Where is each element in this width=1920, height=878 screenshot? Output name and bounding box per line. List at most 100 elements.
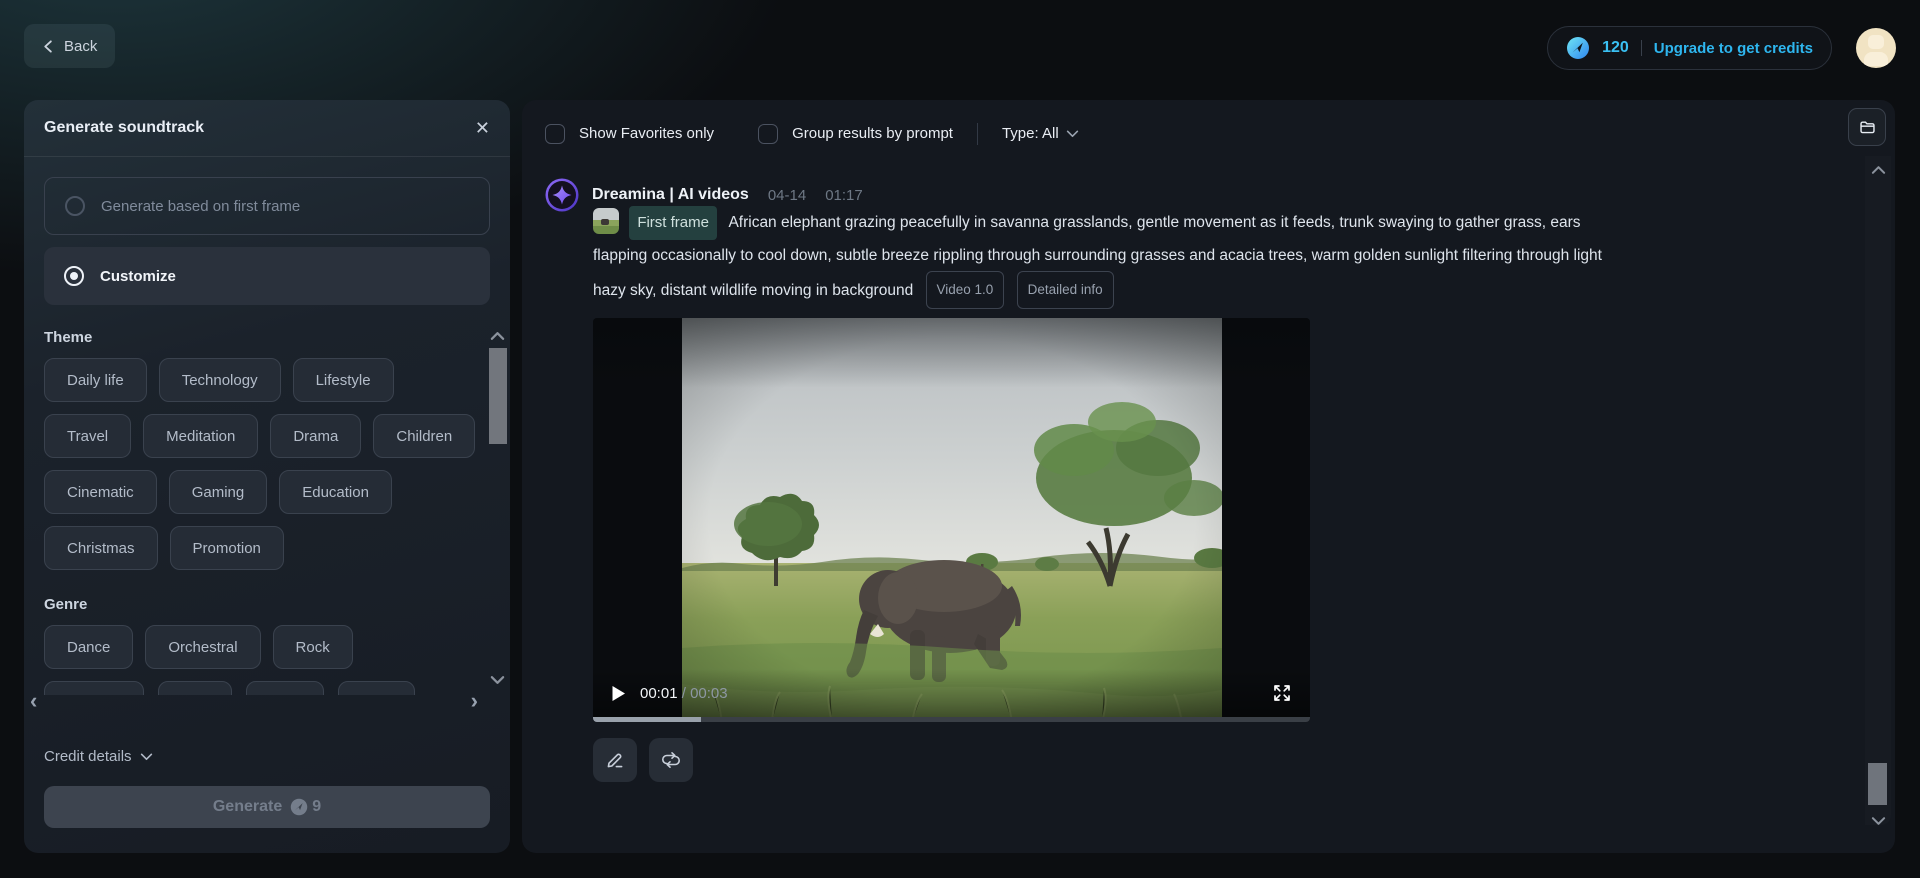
theme-chip[interactable]: Education [279, 470, 392, 514]
board-view-icon [1858, 118, 1877, 137]
avatar-head-shape [1868, 35, 1884, 49]
main-scrollbar-thumb[interactable] [1868, 763, 1887, 805]
group-checkbox[interactable] [758, 123, 779, 144]
option-label: Customize [100, 267, 176, 285]
theme-chip[interactable]: Drama [270, 414, 362, 458]
credit-details-toggle[interactable]: Credit details [44, 748, 153, 765]
chips-prev-icon[interactable]: ‹ [30, 690, 37, 712]
first-frame-tag: First frame [629, 206, 717, 240]
chips-next-icon[interactable]: › [471, 690, 478, 712]
genre-chip-group: Dance Orchestral Rock [44, 625, 484, 669]
detailed-info-badge[interactable]: Detailed info [1016, 271, 1114, 309]
upgrade-link[interactable]: Upgrade to get credits [1654, 40, 1813, 57]
theme-chip[interactable]: Promotion [169, 526, 284, 570]
favorites-label[interactable]: Show Favorites only [579, 125, 714, 142]
generate-button[interactable]: Generate 9 [44, 786, 490, 828]
time-display: 00:01 / 00:03 [640, 685, 728, 702]
type-label: Type: All [1001, 125, 1059, 142]
back-button[interactable]: Back [24, 24, 116, 68]
pill-divider [1640, 40, 1642, 56]
credit-details-label: Credit details [44, 748, 132, 765]
radio-off-icon[interactable] [65, 196, 85, 216]
user-avatar[interactable] [1856, 28, 1896, 68]
main-scroll-up-icon[interactable] [1868, 160, 1888, 180]
theme-chip[interactable]: Technology [158, 358, 281, 402]
play-icon[interactable] [611, 685, 626, 702]
theme-chip[interactable]: Travel [44, 414, 132, 458]
favorites-checkbox[interactable] [545, 123, 565, 144]
post-author: Dreamina | AI videos [592, 186, 749, 203]
close-icon[interactable]: ✕ [475, 119, 490, 137]
genre-chip-clipped[interactable] [158, 681, 232, 695]
player-controls: 00:01 / 00:03 [593, 669, 1310, 717]
theme-chip[interactable]: Christmas [44, 526, 158, 570]
genre-chip[interactable]: Dance [44, 625, 134, 669]
panel-scrollbar-thumb[interactable] [489, 348, 507, 444]
panel-title: Generate soundtrack [44, 119, 205, 136]
generate-cost: 9 [312, 798, 322, 815]
post-prompt: First frame African elephant grazing pea… [593, 206, 1633, 309]
genre-chip-clipped[interactable] [246, 681, 324, 695]
filter-divider [976, 122, 978, 145]
pencil-icon [605, 750, 625, 770]
genre-chip-clipped[interactable] [338, 681, 415, 695]
board-view-button[interactable] [1848, 108, 1886, 146]
generate-soundtrack-panel: Generate soundtrack ✕ Generate based on … [24, 100, 510, 853]
generate-label: Generate [212, 798, 283, 815]
panel-scroll-down-icon[interactable] [487, 670, 507, 690]
genre-chip-row-clipped [44, 681, 490, 695]
post-date: 04-14 [767, 186, 807, 204]
results-panel: Show Favorites only Group results by pro… [522, 100, 1895, 853]
theme-chip[interactable]: Gaming [168, 470, 268, 514]
chevron-down-icon [1066, 130, 1079, 138]
genre-chip[interactable]: Orchestral [145, 625, 261, 669]
main-scrollbar-track[interactable] [1865, 156, 1891, 825]
option-customize[interactable]: Customize [44, 247, 490, 305]
credit-cost-icon [290, 798, 308, 816]
credit-coin-icon [1566, 36, 1590, 60]
genre-chip-clipped[interactable] [44, 681, 144, 695]
option-generate-first-frame[interactable]: Generate based on first frame [44, 177, 490, 235]
chevron-down-icon [140, 753, 153, 761]
model-badge[interactable]: Video 1.0 [925, 271, 1005, 309]
regenerate-button[interactable] [649, 738, 693, 782]
progress-fill [593, 717, 701, 722]
post-time: 01:17 [825, 186, 863, 204]
back-label: Back [64, 37, 98, 55]
group-label[interactable]: Group results by prompt [792, 125, 953, 142]
back-chevron-icon [42, 39, 55, 53]
video-player[interactable]: 00:01 / 00:03 [593, 318, 1310, 722]
credits-pill[interactable]: 120 Upgrade to get credits [1547, 26, 1832, 70]
player-top-gradient [593, 318, 1310, 388]
edit-button[interactable] [593, 738, 637, 782]
theme-chip[interactable]: Children [373, 414, 476, 458]
dreamina-logo-icon[interactable] [545, 178, 579, 212]
thumbnail-elephant-shape [601, 219, 609, 225]
theme-chip[interactable]: Daily life [44, 358, 147, 402]
filter-bar: Show Favorites only Group results by pro… [522, 100, 1895, 154]
panel-scroll-up-icon[interactable] [487, 326, 507, 346]
current-time: 00:01 [640, 684, 678, 702]
genre-chip[interactable]: Rock [272, 625, 353, 669]
duration: 00:03 [690, 684, 728, 702]
panel-header: Generate soundtrack ✕ [24, 100, 510, 157]
radio-on-icon[interactable] [64, 266, 84, 286]
fullscreen-icon[interactable] [1272, 683, 1292, 703]
theme-chip[interactable]: Cinematic [44, 470, 157, 514]
time-separator: / [681, 684, 686, 702]
progress-bar[interactable] [593, 717, 1310, 722]
post-actions [593, 738, 693, 782]
first-frame-thumbnail[interactable] [593, 208, 619, 234]
theme-chip[interactable]: Lifestyle [292, 358, 394, 402]
theme-chip-group: Daily life Technology Lifestyle Travel Medit… [44, 358, 484, 570]
page: { "topbar": { "back": "Back", "credits":… [0, 0, 1920, 878]
type-dropdown[interactable]: Type: All [1002, 125, 1079, 142]
panel-body: Generate based on first frame Customize … [24, 157, 510, 695]
main-scroll-down-icon[interactable] [1868, 811, 1888, 831]
repeat-icon [661, 750, 681, 770]
avatar-torso-shape [1864, 52, 1888, 66]
theme-chip[interactable]: Meditation [143, 414, 259, 458]
genre-section-title: Genre [44, 596, 88, 613]
theme-section-title: Theme [44, 329, 93, 346]
option-label: Generate based on first frame [101, 197, 301, 215]
